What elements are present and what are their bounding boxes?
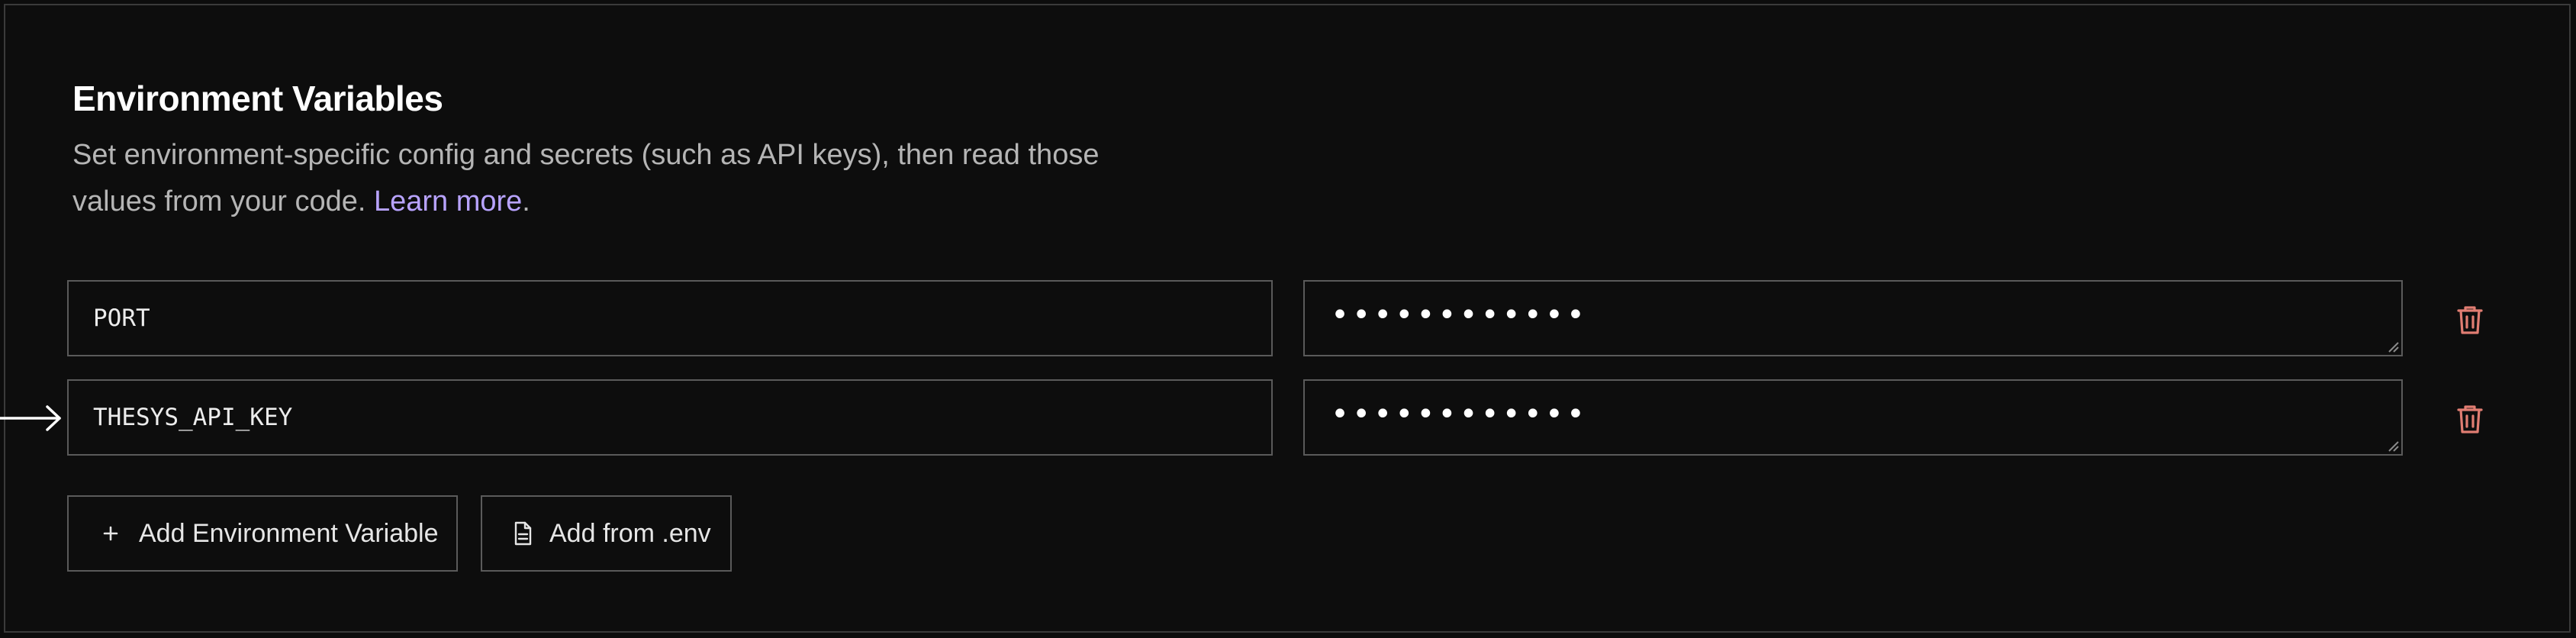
button-label: Add Environment Variable	[139, 518, 439, 548]
env-value-textarea[interactable]: ••••••••••••	[1303, 280, 2403, 356]
section-description: Set environment-specific config and secr…	[72, 132, 1156, 225]
trash-icon[interactable]	[2452, 401, 2488, 437]
env-var-row: ••••••••••••	[67, 280, 2509, 358]
resize-handle-icon[interactable]	[2386, 439, 2400, 453]
learn-more-link[interactable]: Learn more	[374, 185, 522, 218]
button-label: Add from .env	[549, 518, 711, 548]
add-environment-variable-button[interactable]: Add Environment Variable	[67, 495, 458, 572]
file-icon	[514, 521, 532, 546]
trash-icon[interactable]	[2452, 301, 2488, 338]
arrow-right-icon	[0, 405, 61, 431]
plus-icon	[103, 526, 118, 541]
section-title: Environment Variables	[72, 79, 443, 118]
env-var-row: ••••••••••••	[67, 379, 2509, 457]
env-key-input[interactable]	[67, 379, 1273, 456]
masked-value: ••••••••••••	[1331, 397, 1588, 432]
env-key-input[interactable]	[67, 280, 1273, 356]
description-period: .	[522, 185, 530, 218]
resize-handle-icon[interactable]	[2386, 340, 2400, 353]
env-value-textarea[interactable]: ••••••••••••	[1303, 379, 2403, 456]
description-text: Set environment-specific config and secr…	[72, 139, 1100, 218]
add-from-env-button[interactable]: Add from .env	[481, 495, 732, 572]
masked-value: ••••••••••••	[1331, 298, 1588, 333]
